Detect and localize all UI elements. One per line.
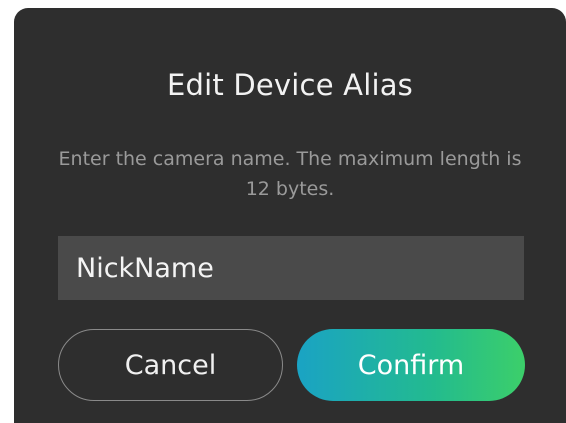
edit-alias-dialog: Edit Device Alias Enter the camera name.… [14,8,566,423]
cancel-button[interactable]: Cancel [58,329,283,401]
cancel-button-label: Cancel [124,349,217,381]
alias-input[interactable] [58,236,524,300]
screen: Edit Device Alias Enter the camera name.… [0,0,566,423]
confirm-button-label: Confirm [357,349,465,381]
confirm-button[interactable]: Confirm [297,329,525,401]
dialog-message: Enter the camera name. The maximum lengt… [58,148,522,200]
dialog-title: Edit Device Alias [166,68,413,102]
